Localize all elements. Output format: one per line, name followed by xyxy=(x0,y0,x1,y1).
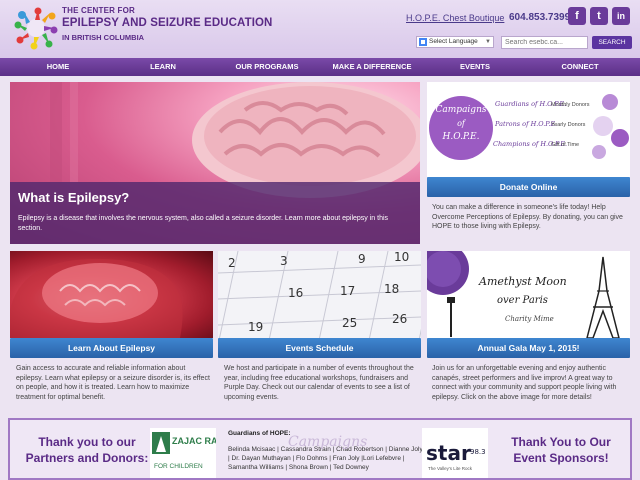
campaign-title-3: H.O.P.E. xyxy=(442,132,480,142)
campaign-title-1: Campaigns xyxy=(436,105,487,115)
org-name-line1: THE CENTER FOR xyxy=(62,6,136,15)
zajac-ranch-logo[interactable]: ZAJAC RANCH FOR CHILDREN xyxy=(150,428,237,478)
calendar-image[interactable]: 2 3 9 10 16 17 18 19 25 26 xyxy=(218,251,421,338)
cal-num-8: 19 xyxy=(248,320,263,334)
cal-num-9: 25 xyxy=(342,316,357,330)
star-text: star xyxy=(426,441,471,465)
chevron-down-icon: ▼ xyxy=(485,39,491,45)
twitter-icon[interactable]: t xyxy=(590,7,608,25)
search-input[interactable] xyxy=(501,36,588,49)
learn-about-epilepsy-button[interactable]: Learn About Epilepsy xyxy=(10,338,213,358)
gala-graphic: Amethyst Moon over Paris Charity Mime xyxy=(427,251,620,338)
cal-num-6: 17 xyxy=(340,284,355,298)
cal-num-7: 18 xyxy=(384,282,399,296)
partners-title: Thank you to our Partners and Donors: xyxy=(25,435,149,465)
nav-item-make-a-difference[interactable]: MAKE A DIFFERENCE xyxy=(330,58,414,76)
search-button[interactable]: SEARCH xyxy=(592,36,632,49)
hero-text: Epilepsy is a disease that involves the … xyxy=(18,215,389,232)
campaign-row-1-desc: Monthly Donors xyxy=(551,102,590,108)
org-name-line2: EPILEPSY AND SEIZURE EDUCATION xyxy=(62,17,273,29)
zajac-sub: FOR CHILDREN xyxy=(154,463,203,470)
campaign-row-3-desc: Gift of Time xyxy=(551,142,579,148)
learn-epilepsy-image[interactable] xyxy=(10,251,213,338)
cal-num-1: 2 xyxy=(228,256,236,270)
nav-item-events[interactable]: EVENTS xyxy=(452,58,498,76)
partners-band: Thank you to our Partners and Donors: ZA… xyxy=(8,418,632,480)
guardians-list: Guardians of HOPE: Campaigns Belinda Mci… xyxy=(228,430,424,478)
donate-text: You can make a difference in someone's l… xyxy=(432,204,623,231)
hands-logo-icon[interactable] xyxy=(14,6,58,50)
zajac-ranch-graphic: ZAJAC RANCH FOR CHILDREN xyxy=(152,432,237,470)
cal-num-4: 10 xyxy=(394,251,409,264)
nav-item-home[interactable]: HOME xyxy=(38,58,78,76)
gala-line1: Amethyst Moon xyxy=(478,275,567,288)
campaigns-watermark: Campaigns xyxy=(288,434,368,450)
main-nav: HOME LEARN OUR PROGRAMS MAKE A DIFFERENC… xyxy=(0,58,640,76)
facebook-icon[interactable]: f xyxy=(568,7,586,25)
gala-line2: over Paris xyxy=(497,295,548,306)
campaigns-graphic: Campaigns of H.O.P.E. Guardians of H.O.P… xyxy=(429,94,629,160)
cal-num-10: 26 xyxy=(392,312,407,326)
nav-item-connect[interactable]: CONNECT xyxy=(556,58,604,76)
cal-num-3: 9 xyxy=(358,252,366,266)
language-select-label: Select Language xyxy=(429,38,478,45)
events-text: We host and participate in a number of e… xyxy=(224,365,414,401)
calendar-graphic: 2 3 9 10 16 17 18 19 25 26 xyxy=(218,251,421,338)
donate-online-button[interactable]: Donate Online xyxy=(427,177,630,197)
hero-banner[interactable]: What is Epilepsy? Epilepsy is a disease … xyxy=(10,82,420,244)
star-radio-logo[interactable]: star 98.3 The Valley's Lite Rock xyxy=(422,428,488,478)
campaigns-of-hope-image[interactable]: Campaigns of H.O.P.E. Guardians of H.O.P… xyxy=(427,82,630,177)
zajac-name: ZAJAC RANCH xyxy=(172,436,216,446)
star-freq: 98.3 xyxy=(470,448,486,456)
cal-num-5: 16 xyxy=(288,286,303,300)
learn-epilepsy-text: Gain access to accurate and reliable inf… xyxy=(16,365,210,401)
hero-caption: What is Epilepsy? Epilepsy is a disease … xyxy=(10,182,420,244)
star-sub: The Valley's Lite Rock xyxy=(428,466,473,471)
linkedin-icon[interactable]: in xyxy=(612,7,630,25)
cal-num-2: 3 xyxy=(280,254,288,268)
campaign-row-2-label: Patrons of H.O.P.E. xyxy=(494,120,557,128)
nav-item-learn[interactable]: LEARN xyxy=(142,58,184,76)
org-name-line3: IN BRITISH COLUMBIA xyxy=(62,32,145,42)
site-header: THE CENTER FOR EPILEPSY AND SEIZURE EDUC… xyxy=(0,0,640,58)
campaign-row-2-desc: Yearly Donors xyxy=(551,122,586,128)
gala-text: Join us for an unforgettable evening and… xyxy=(432,365,617,401)
head-silhouette-image xyxy=(10,258,183,338)
star-radio-graphic: star 98.3 The Valley's Lite Rock xyxy=(426,441,486,471)
gala-line3: Charity Mime xyxy=(505,315,554,323)
google-translate-icon xyxy=(419,38,427,46)
phone-number: 604.853.7399 xyxy=(509,12,571,23)
gala-image[interactable]: Amethyst Moon over Paris Charity Mime xyxy=(427,251,630,338)
hero-title[interactable]: What is Epilepsy? xyxy=(18,190,129,205)
boutique-link[interactable]: H.O.P.E. Chest Boutique xyxy=(406,13,504,23)
nav-item-our-programs[interactable]: OUR PROGRAMS xyxy=(232,58,302,76)
org-name[interactable]: THE CENTER FOR EPILEPSY AND SEIZURE EDUC… xyxy=(62,7,272,41)
sponsors-title: Thank You to Our Event Sponsors! xyxy=(511,435,611,465)
language-select[interactable]: Select Language ▼ xyxy=(416,36,494,48)
events-schedule-button[interactable]: Events Schedule xyxy=(218,338,421,358)
annual-gala-button[interactable]: Annual Gala May 1, 2015! xyxy=(427,338,630,358)
